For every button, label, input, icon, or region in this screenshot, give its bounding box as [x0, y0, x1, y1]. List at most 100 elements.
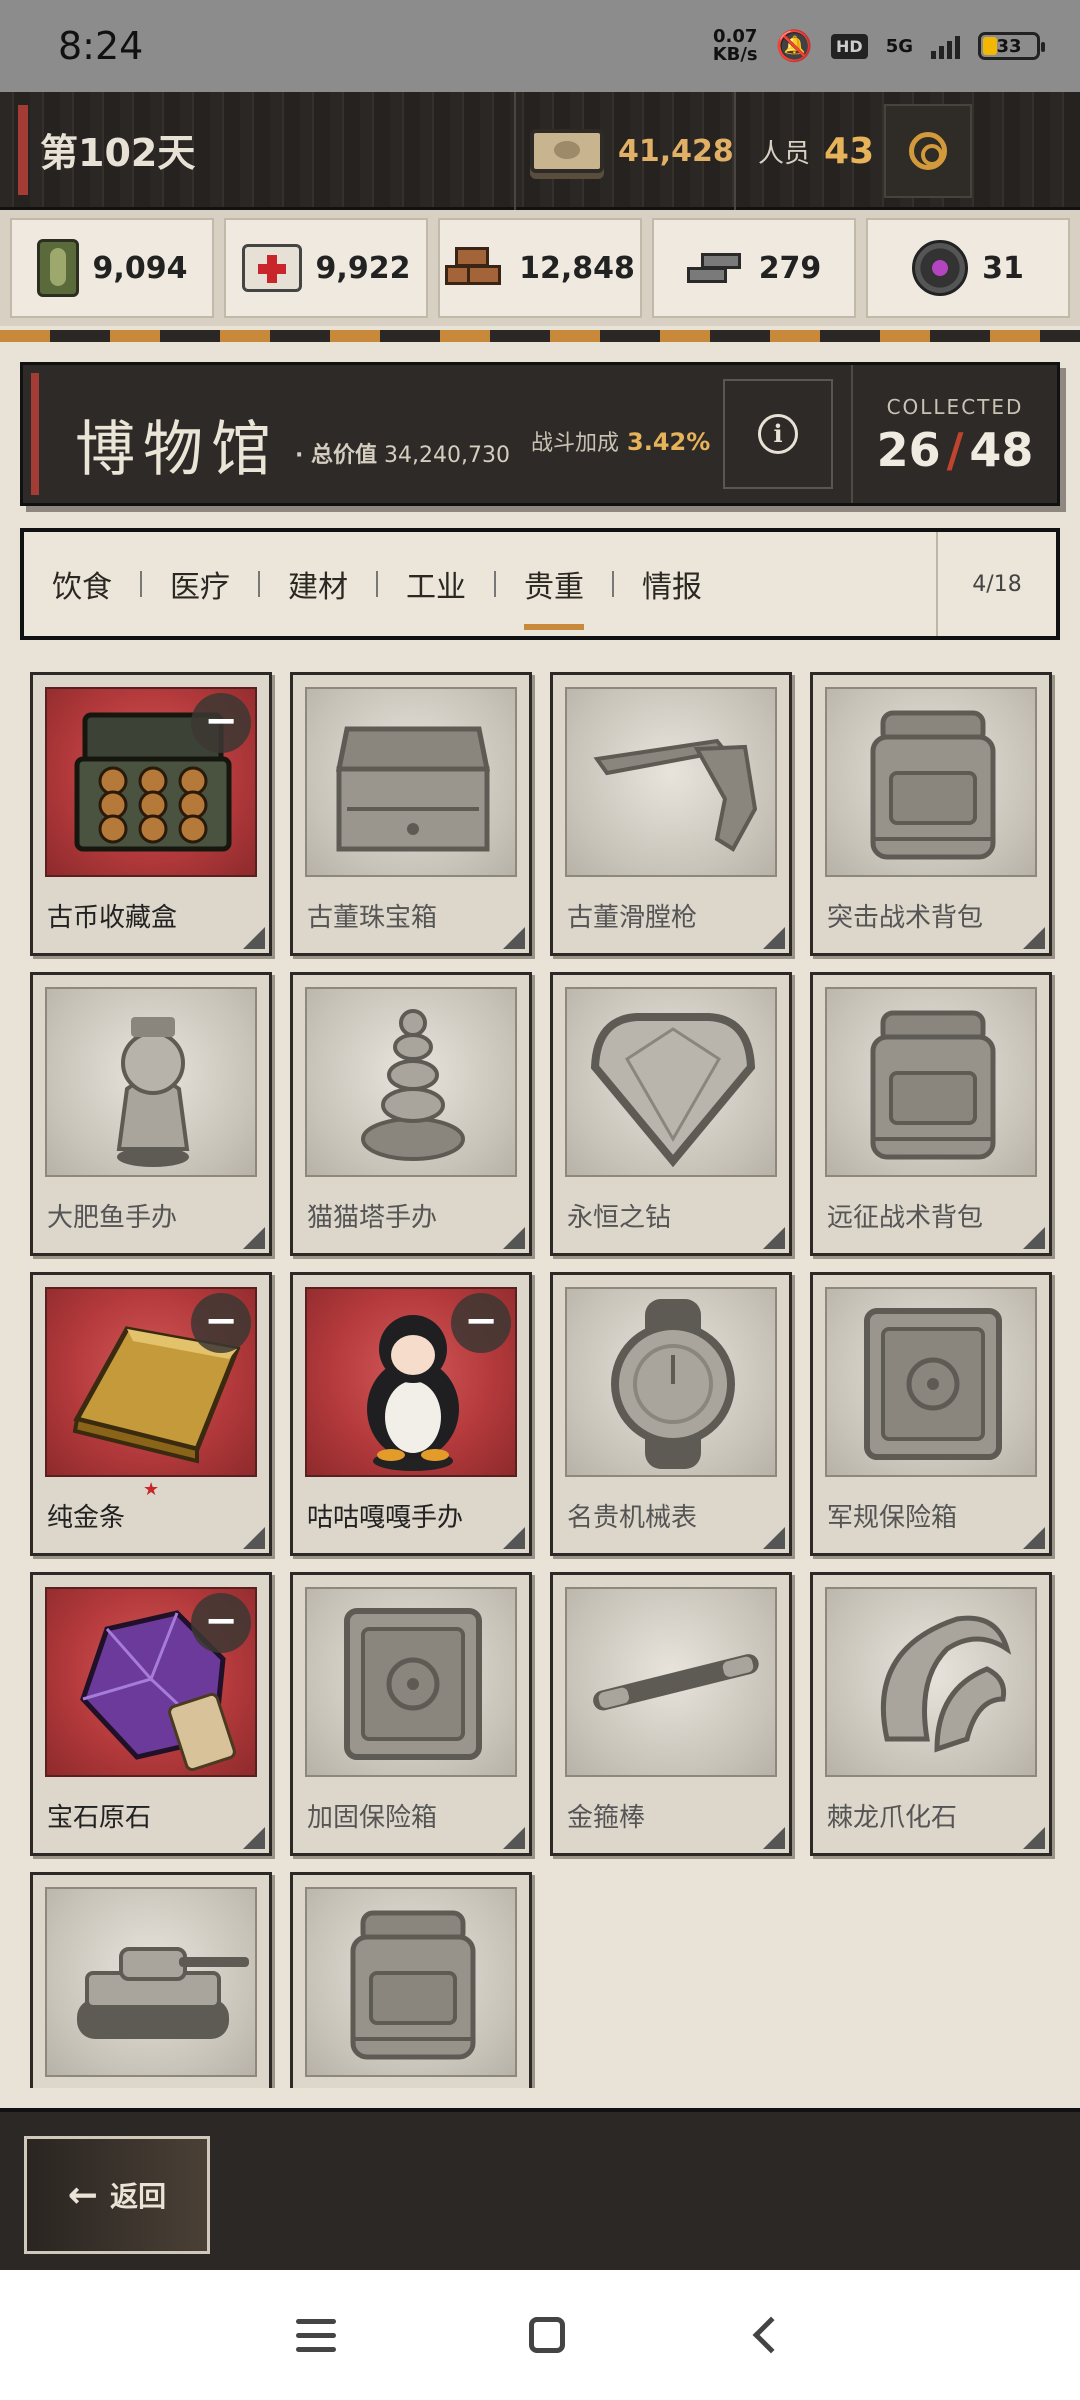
- collection-item-figurine[interactable]: 大肥鱼手办: [30, 972, 272, 1256]
- remove-button[interactable]: −: [191, 693, 251, 753]
- resource-food[interactable]: 9,094: [10, 218, 214, 318]
- remove-button[interactable]: −: [451, 1293, 511, 1353]
- tab-medical[interactable]: 医疗: [142, 532, 258, 636]
- collected-label: COLLECTED: [886, 395, 1024, 419]
- day-label: 第102天: [40, 131, 196, 175]
- staff-count: 43: [824, 130, 875, 172]
- remove-button[interactable]: −: [191, 1293, 251, 1353]
- net-speed: 0.07 KB/s: [712, 26, 758, 65]
- resource-building[interactable]: 12,848: [438, 218, 642, 318]
- back-label: 返回: [110, 2180, 167, 2213]
- remove-button[interactable]: −: [191, 1593, 251, 1653]
- status-icons: 0.07 KB/s 🔕 HD 5G 33: [712, 26, 1045, 65]
- cash-value: 41,428: [618, 133, 734, 169]
- corner-marker: [1023, 927, 1045, 949]
- back-button[interactable]: ← 返回: [24, 2136, 210, 2254]
- collection-item-tank[interactable]: [30, 1872, 272, 2088]
- resource-value: 9,922: [315, 250, 411, 286]
- cat-tower-icon: [305, 987, 517, 1177]
- resource-value: 12,848: [519, 250, 635, 286]
- total-value-label: · 总价值: [295, 443, 378, 468]
- resource-industry[interactable]: 279: [652, 218, 856, 318]
- staff-display: 人员 43: [734, 92, 874, 210]
- info-icon: i: [758, 414, 798, 454]
- star-icon: ★: [143, 1479, 160, 1500]
- collection-item-diamond[interactable]: 永恒之钻: [550, 972, 792, 1256]
- corner-marker: [503, 1527, 525, 1549]
- category-tabs: 饮食 医疗 建材 工业 贵重 情报 4/18: [20, 528, 1060, 640]
- metal-bars-icon: [686, 247, 745, 289]
- settings-button[interactable]: [884, 104, 972, 198]
- backpack-icon: [825, 987, 1037, 1177]
- collection-item-cat-tower[interactable]: 猫猫塔手办: [290, 972, 532, 1256]
- back-nav-icon[interactable]: [752, 2316, 790, 2354]
- jewelry-chest-icon: [305, 687, 517, 877]
- collection-item-safe[interactable]: 加固保险箱: [290, 1572, 532, 1856]
- home-icon[interactable]: [528, 2317, 565, 2353]
- item-name: 金箍棒: [567, 1803, 646, 1833]
- item-name: 大肥鱼手办: [47, 1203, 178, 1233]
- item-name: 纯金条: [47, 1503, 126, 1533]
- top-header: 第102天 41,428 人员 43: [0, 92, 1080, 210]
- collection-item-safe[interactable]: 军规保险箱: [810, 1272, 1052, 1556]
- cash-display: 41,428: [514, 92, 734, 210]
- resource-value: 31: [982, 250, 1024, 286]
- collection-item-penguin-figurine[interactable]: − 咕咕嘎嘎手办: [290, 1272, 532, 1556]
- collection-item-jewelry-chest[interactable]: 古董珠宝箱: [290, 672, 532, 956]
- item-name: 远征战术背包: [827, 1203, 984, 1233]
- collection-item-gold-bar[interactable]: − ★ 纯金条: [30, 1272, 272, 1556]
- safe-icon: [825, 1287, 1037, 1477]
- info-button[interactable]: i: [723, 379, 833, 489]
- corner-marker: [1023, 1527, 1045, 1549]
- backpack-icon: [305, 1887, 517, 2077]
- tab-building[interactable]: 建材: [260, 532, 376, 636]
- battery-icon: 33: [978, 32, 1045, 60]
- corner-marker: [763, 1527, 785, 1549]
- corner-marker: [763, 1227, 785, 1249]
- collection-item-watch[interactable]: 名贵机械表: [550, 1272, 792, 1556]
- battery-level: 33: [996, 35, 1022, 57]
- corner-marker: [1023, 1827, 1045, 1849]
- collection-item-claw-fossil[interactable]: 棘龙爪化石: [810, 1572, 1052, 1856]
- figurine-icon: [45, 987, 257, 1177]
- tab-industry[interactable]: 工业: [378, 532, 494, 636]
- bottom-bar: ← 返回: [0, 2108, 1080, 2270]
- bricks-icon: [445, 245, 505, 291]
- collection-item-gemstone[interactable]: − 宝石原石: [30, 1572, 272, 1856]
- bell-muted-icon: 🔕: [775, 28, 814, 64]
- safe-icon: [305, 1587, 517, 1777]
- collection-item-staff[interactable]: 金箍棒: [550, 1572, 792, 1856]
- corner-marker: [1023, 1227, 1045, 1249]
- food-can-icon: [36, 239, 79, 297]
- tab-intel[interactable]: 情报: [614, 532, 730, 636]
- corner-marker: [503, 1227, 525, 1249]
- resource-strip: 9,094 9,922 12,848 279 31: [0, 210, 1080, 326]
- gear-icon: [909, 132, 947, 170]
- menu-icon[interactable]: [296, 2318, 337, 2352]
- collection-item-coin-box[interactable]: − 古币收藏盒: [30, 672, 272, 956]
- collection-item-backpack[interactable]: [290, 1872, 532, 2088]
- medkit-icon: [241, 244, 302, 292]
- item-name: 名贵机械表: [567, 1503, 698, 1533]
- corner-marker: [243, 927, 265, 949]
- item-name: 加固保险箱: [307, 1803, 438, 1833]
- total-value: · 总价值 34,240,730: [295, 437, 510, 469]
- resource-medical[interactable]: 9,922: [224, 218, 428, 318]
- corner-marker: [763, 927, 785, 949]
- page-title: 博物馆: [75, 415, 279, 485]
- corner-marker: [243, 1827, 265, 1849]
- tank-icon: [45, 1887, 257, 2077]
- collection-item-backpack[interactable]: 突击战术背包: [810, 672, 1052, 956]
- claw-fossil-icon: [825, 1587, 1037, 1777]
- item-name: 永恒之钻: [567, 1203, 672, 1233]
- signal-icon: [931, 33, 960, 59]
- tab-food[interactable]: 饮食: [24, 532, 140, 636]
- resource-tech[interactable]: 31: [866, 218, 1070, 318]
- item-name: 突击战术背包: [827, 903, 984, 933]
- collection-item-musket[interactable]: 古董滑膛枪: [550, 672, 792, 956]
- combat-bonus: 战斗加成 3.42%: [531, 425, 710, 457]
- item-name: 咕咕嘎嘎手办: [307, 1503, 464, 1533]
- collection-item-backpack[interactable]: 远征战术背包: [810, 972, 1052, 1256]
- corner-marker: [243, 1527, 265, 1549]
- tab-valuables[interactable]: 贵重: [496, 532, 612, 636]
